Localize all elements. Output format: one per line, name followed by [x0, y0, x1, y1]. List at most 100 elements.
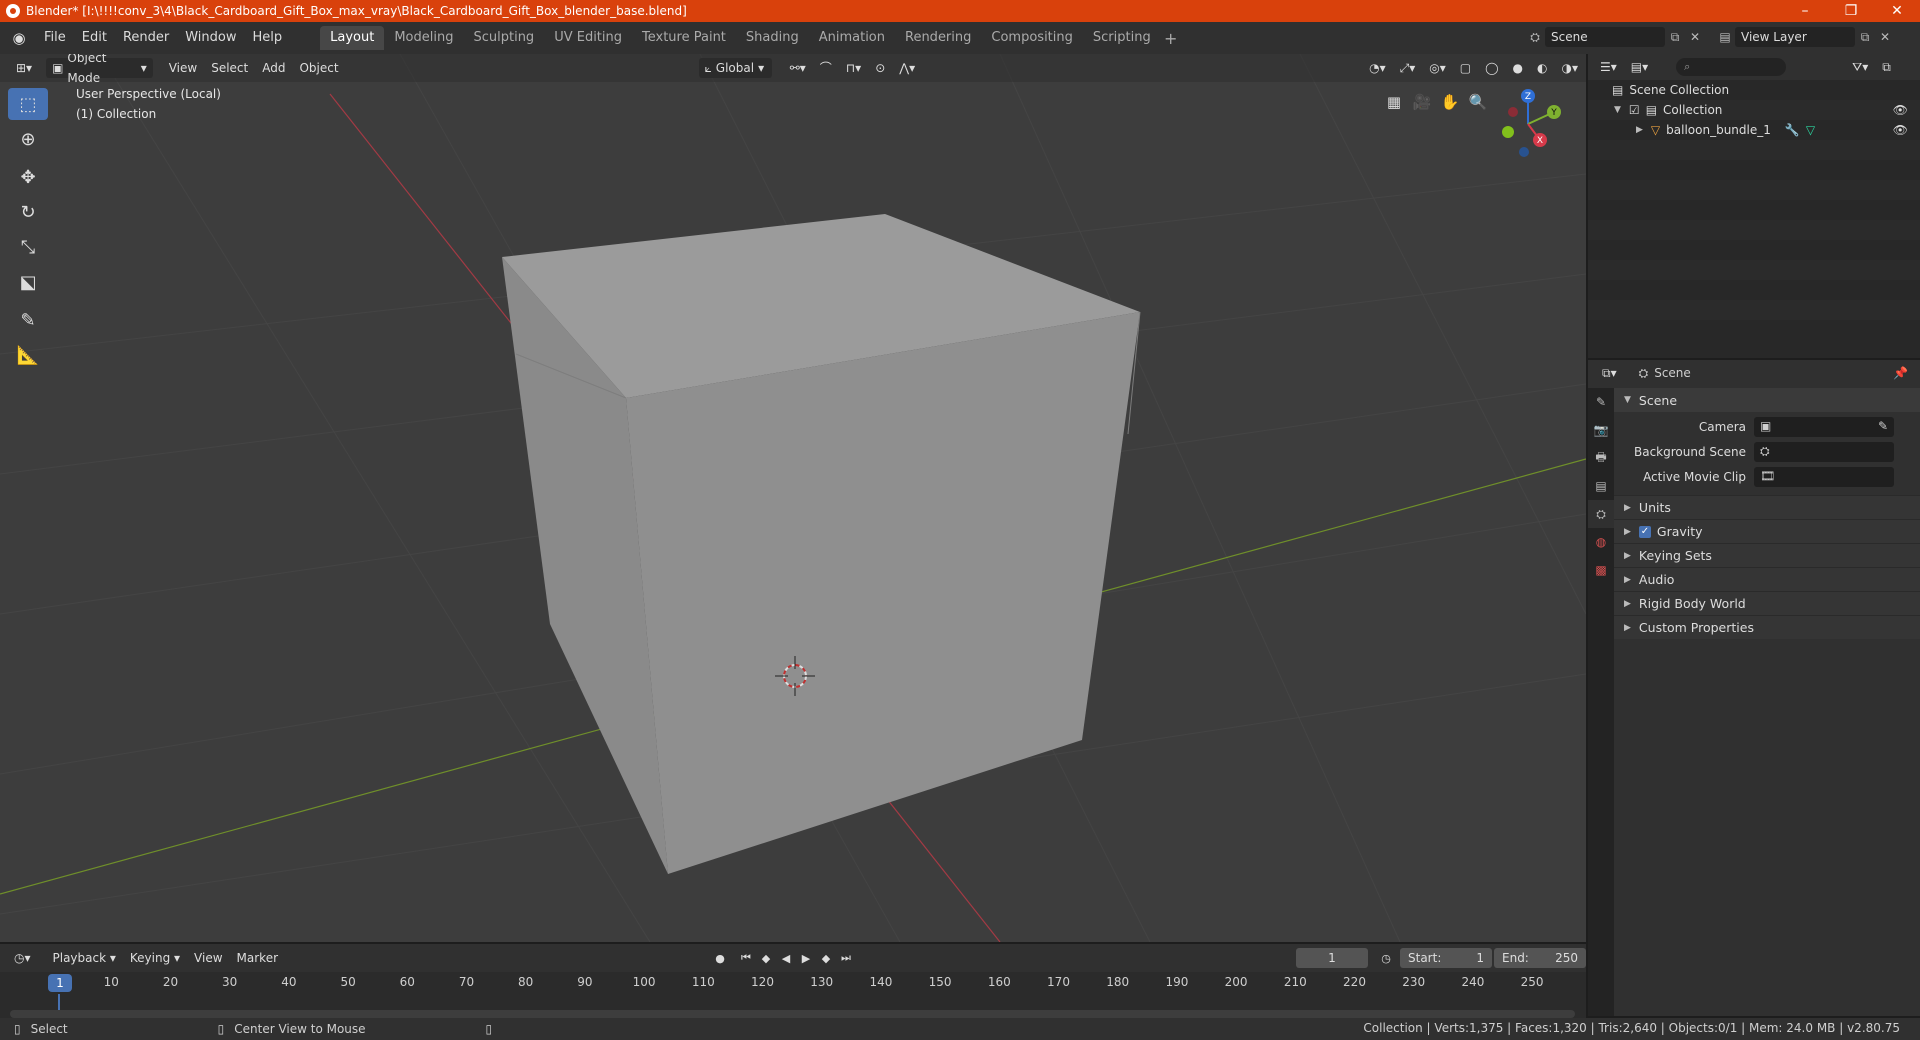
camera-field[interactable]: ▣ ✎ [1754, 416, 1894, 437]
collection-row[interactable]: ▼ ☑ ▤ Collection 👁 [1588, 100, 1920, 120]
toggle-perspective-icon[interactable]: ▦ [1380, 88, 1408, 116]
view-layer-field[interactable]: View Layer [1735, 27, 1855, 47]
collection-expand-icon[interactable]: ▼ [1614, 105, 1621, 115]
menu-render[interactable]: Render [115, 26, 177, 50]
object-mode-dropdown[interactable]: ▣ Object Mode ▾ [46, 54, 153, 85]
scene-name-field[interactable]: Scene [1545, 27, 1665, 47]
delete-scene-icon[interactable]: ✕ [1685, 27, 1705, 47]
menu-marker[interactable]: Marker [231, 948, 284, 968]
object-row[interactable]: ▶ ▽ balloon_bundle_1 🔧 ▽ 👁 [1588, 120, 1920, 140]
record-icon[interactable]: ● [710, 948, 730, 968]
viewport-menu-select[interactable]: Select [205, 58, 254, 78]
audio-panel[interactable]: ▶ Audio [1614, 567, 1920, 591]
tab-texture-paint[interactable]: Texture Paint [632, 26, 736, 50]
blender-logo-icon[interactable]: ◉ [10, 29, 28, 47]
xray-icon[interactable]: ▢ [1454, 58, 1477, 78]
gravity-panel[interactable]: ▶ ✓ Gravity [1614, 519, 1920, 543]
jump-end-icon[interactable]: ⏭ [836, 948, 856, 968]
play-reverse-icon[interactable]: ◀ [776, 948, 796, 968]
play-icon[interactable]: ▶ [796, 948, 816, 968]
rigid-body-world-panel[interactable]: ▶ Rigid Body World [1614, 591, 1920, 615]
modifier-wrench-icon[interactable]: 🔧 [1785, 123, 1800, 137]
menu-playback[interactable]: Playback ▾ [47, 948, 122, 968]
tab-render-icon[interactable]: 📷 [1588, 416, 1614, 444]
mesh-data-icon[interactable]: ▽ [1806, 123, 1815, 137]
menu-file[interactable]: File [36, 26, 74, 50]
camera-view-icon[interactable]: 🎥 [1408, 88, 1436, 116]
tab-layout[interactable]: Layout [320, 26, 385, 50]
timeline-editor-type-icon[interactable]: ◷▾ [8, 948, 37, 968]
collection-visibility-eye-icon[interactable]: 👁 [1893, 103, 1908, 117]
current-frame-field[interactable]: 1 [1296, 948, 1368, 968]
transform-orientation-dropdown[interactable]: ⟀ Global ▾ [698, 58, 772, 78]
tab-compositing[interactable]: Compositing [981, 26, 1083, 50]
object-visibility-eye-icon[interactable]: 👁 [1893, 123, 1908, 137]
measure-tool-icon[interactable]: 📐 [8, 339, 48, 371]
viewport-menu-add[interactable]: Add [256, 58, 291, 78]
new-collection-icon[interactable]: ⧉ [1876, 57, 1897, 77]
snap-icon[interactable]: ⌒ [814, 58, 838, 78]
outliner-search-input[interactable]: ⌕ [1676, 58, 1787, 76]
scene-icon[interactable]: ⛭ [1525, 27, 1545, 47]
custom-properties-panel[interactable]: ▶ Custom Properties [1614, 615, 1920, 639]
tab-tool-icon[interactable]: ✎ [1588, 388, 1614, 416]
gizmo-toggle-icon[interactable]: ⤢▾ [1394, 58, 1422, 78]
select-box-tool-icon[interactable]: ⬚ [8, 88, 48, 120]
scene-panel-header[interactable]: ▼ Scene [1614, 388, 1920, 412]
pan-view-icon[interactable]: ✋ [1436, 88, 1464, 116]
annotate-tool-icon[interactable]: ✎ [8, 304, 48, 336]
menu-edit[interactable]: Edit [74, 26, 115, 50]
shading-rendered-icon[interactable]: ◑▾ [1556, 58, 1585, 78]
tab-modeling[interactable]: Modeling [384, 26, 463, 50]
delete-view-layer-icon[interactable]: ✕ [1875, 27, 1895, 47]
menu-window[interactable]: Window [177, 26, 244, 50]
menu-keying[interactable]: Keying ▾ [124, 948, 186, 968]
tab-world-icon[interactable]: ◍ [1588, 528, 1614, 556]
tab-output-icon[interactable]: 🖶 [1588, 444, 1614, 472]
pin-icon[interactable]: 📌 [1893, 366, 1908, 380]
tab-view-layer-icon[interactable]: ▤ [1588, 472, 1614, 500]
background-scene-field[interactable]: ⛭ [1754, 441, 1894, 462]
shading-material-icon[interactable]: ◐ [1531, 58, 1553, 78]
viewport-menu-view[interactable]: View [163, 58, 203, 78]
cursor-tool-icon[interactable]: ⊕ [8, 123, 48, 155]
timeline-ruler[interactable]: 1 10 20 30 40 50 60 70 80 90 100 110 120 130 140 150 16… [0, 972, 1586, 994]
start-frame-field[interactable]: Start: 1 [1400, 948, 1492, 968]
3d-viewport[interactable]: ⊞▾ ▣ Object Mode ▾ View Select Add Object … [0, 54, 1586, 942]
scale-tool-icon[interactable]: ⤡ [8, 231, 48, 263]
falloff-icon[interactable]: ⋀▾ [893, 58, 921, 78]
tab-uv-editing[interactable]: UV Editing [544, 26, 632, 50]
end-frame-field[interactable]: End: 250 [1494, 948, 1586, 968]
keying-sets-panel[interactable]: ▶ Keying Sets [1614, 543, 1920, 567]
eyedropper-icon[interactable]: ✎ [1878, 419, 1888, 433]
next-keyframe-icon[interactable]: ◆ [816, 948, 836, 968]
view-layer-icon[interactable]: ▤ [1715, 27, 1735, 47]
scene-collection-row[interactable]: ▤ Scene Collection [1588, 80, 1920, 100]
frame-indicator[interactable]: 1 [48, 974, 72, 992]
preview-range-icon[interactable]: ◷ [1376, 948, 1396, 968]
shading-solid-icon[interactable]: ● [1507, 58, 1529, 78]
prev-keyframe-icon[interactable]: ◆ [756, 948, 776, 968]
tab-scripting[interactable]: Scripting [1083, 26, 1161, 50]
transform-tool-icon[interactable]: ⬕ [8, 266, 48, 298]
new-view-layer-icon[interactable]: ⧉ [1855, 27, 1875, 47]
gravity-checkbox[interactable]: ✓ [1638, 525, 1651, 538]
tab-animation[interactable]: Animation [809, 26, 895, 50]
pivot-icon[interactable]: ⚯▾ [784, 58, 812, 78]
units-panel[interactable]: ▶ Units [1614, 495, 1920, 519]
move-tool-icon[interactable]: ✥ [8, 161, 48, 193]
filter-icon[interactable]: ⛛▾ [1846, 57, 1874, 77]
overlay-toggle-icon[interactable]: ◎▾ [1423, 58, 1452, 78]
minimize-button[interactable]: – [1782, 0, 1828, 22]
tab-shading[interactable]: Shading [736, 26, 809, 50]
timeline-scrollbar[interactable] [10, 1010, 1575, 1018]
display-mode-icon[interactable]: ▤▾ [1625, 57, 1654, 77]
add-workspace-button[interactable]: + [1161, 29, 1181, 48]
active-clip-field[interactable]: 🎞 [1754, 466, 1894, 487]
jump-start-icon[interactable]: ⏮ [736, 948, 756, 968]
navigation-gizmo[interactable]: Z Y X [1488, 84, 1568, 164]
properties-editor-type-icon[interactable]: ⧉▾ [1596, 363, 1623, 383]
close-button[interactable]: ✕ [1874, 0, 1920, 22]
object-expand-icon[interactable]: ▶ [1636, 125, 1643, 135]
visibility-icon[interactable]: ◔▾ [1363, 58, 1392, 78]
